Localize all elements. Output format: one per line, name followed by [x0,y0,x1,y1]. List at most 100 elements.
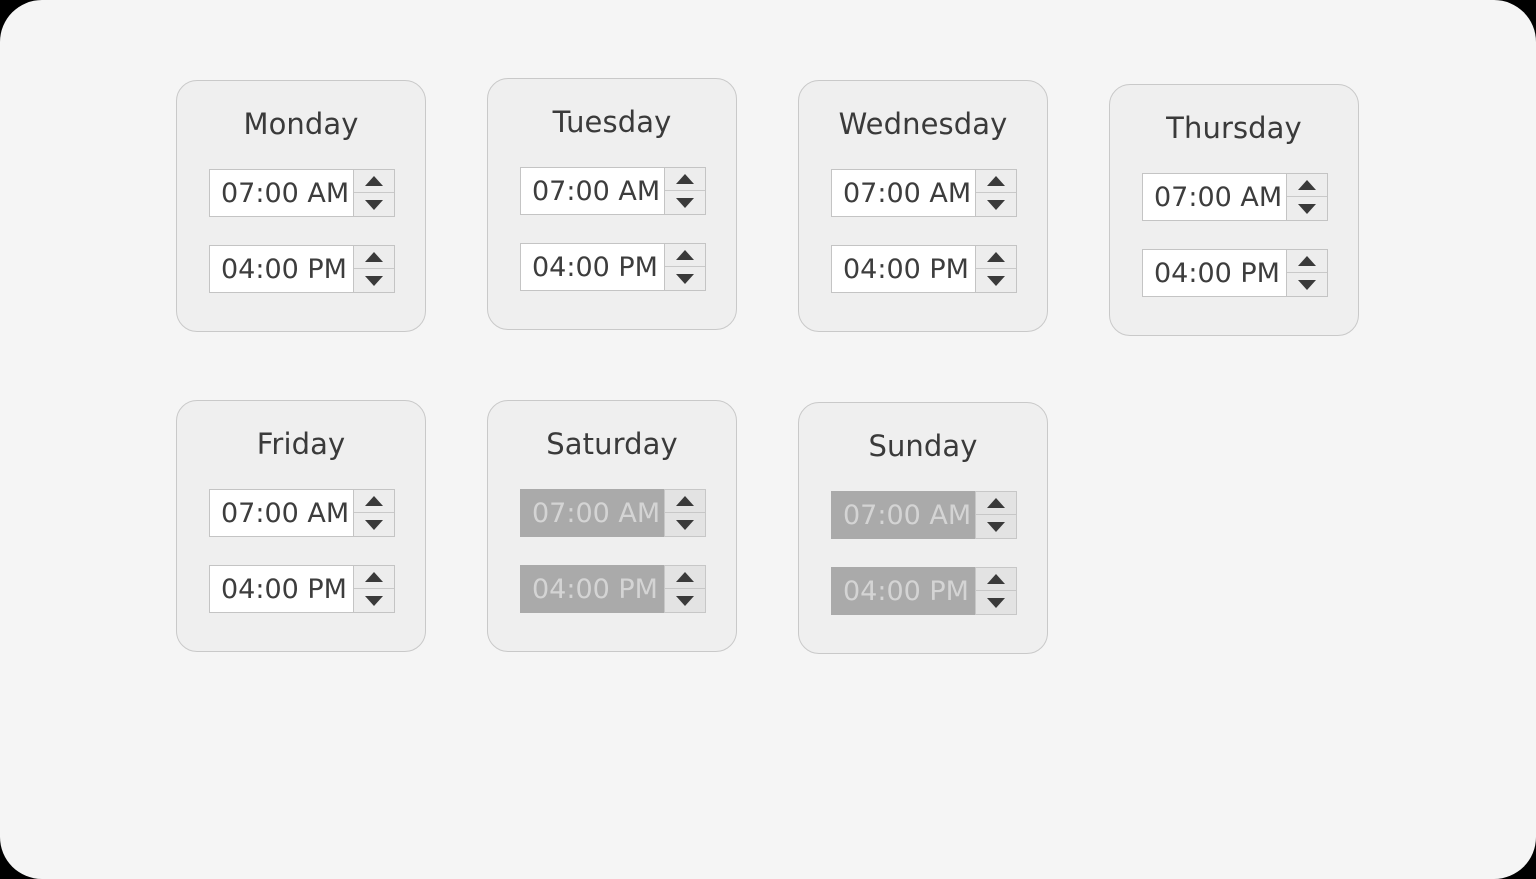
end-time-input[interactable]: 04:00 PM [520,243,664,291]
start-time-decrement-button[interactable] [976,515,1016,538]
end-time-increment-button[interactable] [354,566,394,589]
triangle-up-icon [676,496,694,506]
end-time-increment-button[interactable] [665,244,705,267]
start-time-spinner[interactable]: 07:00 AM [1142,173,1328,221]
end-time-stepper [353,565,395,613]
end-time-input[interactable]: 04:00 PM [209,245,353,293]
triangle-down-icon [676,595,694,606]
triangle-down-icon [1298,203,1316,214]
triangle-down-icon [987,597,1005,608]
day-card-title: Thursday [1166,111,1302,145]
start-time-increment-button[interactable] [1287,174,1327,197]
end-time-stepper [975,567,1017,615]
day-card-monday: Monday 07:00 AM 04:00 PM [176,80,426,332]
triangle-up-icon [365,496,383,506]
triangle-up-icon [1298,256,1316,266]
end-time-input[interactable]: 04:00 PM [209,565,353,613]
day-card-wednesday: Wednesday 07:00 AM 04:00 PM [798,80,1048,332]
end-time-stepper [975,245,1017,293]
timeliness-slider: Early On Time Late [0,706,1536,826]
start-time-decrement-button[interactable] [665,513,705,536]
end-time-increment-button[interactable] [354,246,394,269]
end-time-input[interactable]: 04:00 PM [1142,249,1286,297]
start-time-stepper [664,167,706,215]
day-card-title: Monday [243,107,359,141]
start-time-increment-button[interactable] [354,490,394,513]
triangle-up-icon [1298,180,1316,190]
triangle-up-icon [365,176,383,186]
end-time-stepper [1286,249,1328,297]
start-time-spinner[interactable]: 07:00 AM [209,489,395,537]
start-time-spinner[interactable]: 07:00 AM [831,491,1017,539]
triangle-down-icon [365,519,383,530]
day-card-title: Wednesday [838,107,1008,141]
end-time-stepper [353,245,395,293]
end-time-input[interactable]: 04:00 PM [831,245,975,293]
end-time-increment-button[interactable] [976,568,1016,591]
end-time-spinner[interactable]: 04:00 PM [831,245,1017,293]
end-time-increment-button[interactable] [665,566,705,589]
schedule-panel: Monday 07:00 AM 04:00 PM Tuesday 07:00 AM 04:… [0,0,1536,879]
end-time-decrement-button[interactable] [976,269,1016,292]
day-card-saturday: Saturday 07:00 AM 04:00 PM [487,400,737,652]
start-time-increment-button[interactable] [665,490,705,513]
start-time-spinner[interactable]: 07:00 AM [831,169,1017,217]
end-time-spinner[interactable]: 04:00 PM [209,245,395,293]
start-time-increment-button[interactable] [976,492,1016,515]
start-time-input: 07:00 AM [831,491,975,539]
start-time-stepper [664,489,706,537]
triangle-down-icon [1298,279,1316,290]
end-time-decrement-button[interactable] [976,591,1016,614]
start-time-increment-button[interactable] [354,170,394,193]
triangle-down-icon [987,199,1005,210]
triangle-up-icon [987,176,1005,186]
end-time-input: 04:00 PM [831,567,975,615]
triangle-down-icon [676,519,694,530]
triangle-up-icon [987,574,1005,584]
end-time-input: 04:00 PM [520,565,664,613]
triangle-up-icon [365,572,383,582]
end-time-spinner[interactable]: 04:00 PM [520,243,706,291]
start-time-spinner[interactable]: 07:00 AM [520,167,706,215]
start-time-decrement-button[interactable] [976,193,1016,216]
end-time-decrement-button[interactable] [665,267,705,290]
day-card-thursday: Thursday 07:00 AM 04:00 PM [1109,84,1359,336]
end-time-decrement-button[interactable] [354,269,394,292]
start-time-increment-button[interactable] [976,170,1016,193]
start-time-decrement-button[interactable] [665,191,705,214]
day-card-title: Tuesday [552,105,672,139]
end-time-increment-button[interactable] [976,246,1016,269]
day-card-friday: Friday 07:00 AM 04:00 PM [176,400,426,652]
start-time-spinner[interactable]: 07:00 AM [209,169,395,217]
start-time-decrement-button[interactable] [354,513,394,536]
end-time-spinner[interactable]: 04:00 PM [831,567,1017,615]
end-time-spinner[interactable]: 04:00 PM [520,565,706,613]
start-time-input[interactable]: 07:00 AM [209,489,353,537]
start-time-decrement-button[interactable] [354,193,394,216]
start-time-stepper [353,169,395,217]
start-time-input[interactable]: 07:00 AM [209,169,353,217]
end-time-increment-button[interactable] [1287,250,1327,273]
start-time-stepper [1286,173,1328,221]
triangle-down-icon [365,275,383,286]
end-time-spinner[interactable]: 04:00 PM [209,565,395,613]
end-time-decrement-button[interactable] [354,589,394,612]
start-time-input[interactable]: 07:00 AM [520,167,664,215]
start-time-spinner[interactable]: 07:00 AM [520,489,706,537]
triangle-up-icon [365,252,383,262]
day-card-title: Sunday [868,429,978,463]
start-time-input[interactable]: 07:00 AM [831,169,975,217]
triangle-up-icon [676,250,694,260]
day-card-title: Saturday [546,427,678,461]
start-time-increment-button[interactable] [665,168,705,191]
triangle-up-icon [676,174,694,184]
start-time-input[interactable]: 07:00 AM [1142,173,1286,221]
start-time-decrement-button[interactable] [1287,197,1327,220]
triangle-up-icon [676,572,694,582]
start-time-input: 07:00 AM [520,489,664,537]
end-time-spinner[interactable]: 04:00 PM [1142,249,1328,297]
end-time-decrement-button[interactable] [665,589,705,612]
end-time-decrement-button[interactable] [1287,273,1327,296]
day-card-sunday: Sunday 07:00 AM 04:00 PM [798,402,1048,654]
triangle-down-icon [365,199,383,210]
